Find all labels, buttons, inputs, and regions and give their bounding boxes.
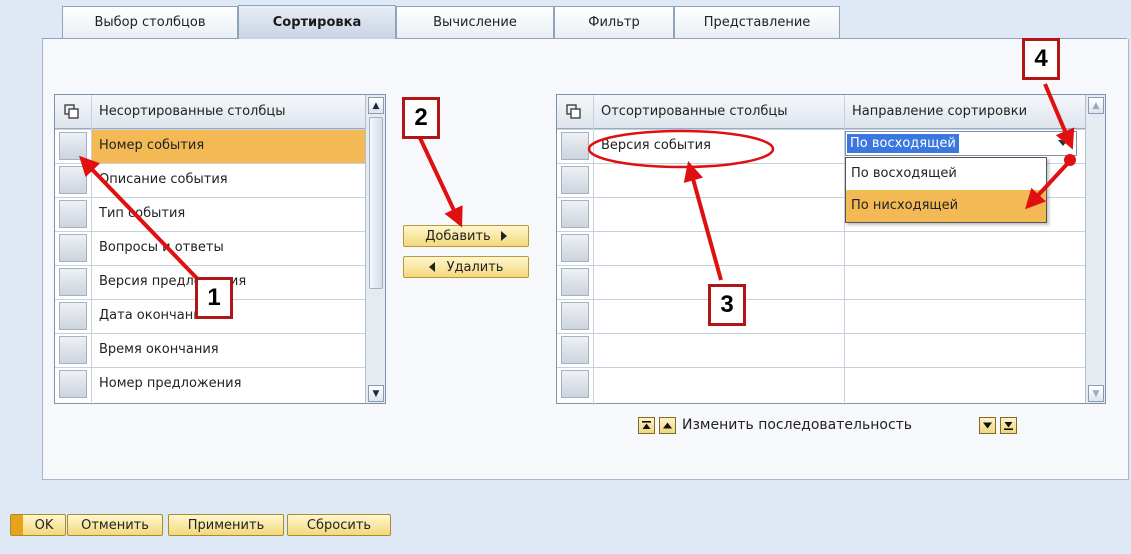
ok-button-label: OK [34,517,54,533]
row-label: Вопросы и ответы [99,240,224,255]
row-selector[interactable] [59,132,87,160]
callout-number: 2 [414,104,428,131]
add-button[interactable]: Добавить [403,225,529,247]
column-header-direction: Направление сортировки [852,104,1028,119]
tab-label: Представление [703,15,811,30]
row-label: Номер события [99,138,205,153]
row-label: Версия события [601,138,711,153]
row-selector[interactable] [59,166,87,194]
remove-button-label: Удалить [446,259,504,275]
vertical-scrollbar[interactable]: ▲ ▼ [1085,95,1105,403]
row-selector[interactable] [561,200,589,228]
tab-sorting[interactable]: Сортировка [238,5,396,39]
reset-button[interactable]: Сбросить [287,514,391,536]
option-label: По нисходящей [851,198,959,213]
row-selector[interactable] [59,302,87,330]
arrow-right-icon [500,231,507,241]
row-selector[interactable] [561,166,589,194]
table-row[interactable]: Описание события [55,163,365,197]
tab-label: Выбор столбцов [94,15,206,30]
column-header-unsorted: Несортированные столбцы [99,104,286,119]
column-header-sorted: Отсортированные столбцы [601,104,788,119]
tab-view[interactable]: Представление [674,6,840,38]
arrow-left-icon [428,262,435,272]
row-selector[interactable] [59,200,87,228]
table-row [557,231,1085,265]
remove-button[interactable]: Удалить [403,256,529,278]
callout-number: 1 [207,284,221,311]
apply-button[interactable]: Применить [168,514,284,536]
scroll-down-icon[interactable]: ▼ [368,385,384,402]
row-label: Время окончания [99,342,219,357]
move-up-icon[interactable] [659,417,676,434]
cancel-button[interactable]: Отменить [67,514,163,536]
row-selector[interactable] [561,302,589,330]
row-selector[interactable] [561,370,589,398]
row-selector[interactable] [561,336,589,364]
cancel-button-label: Отменить [81,517,149,533]
tab-label: Фильтр [588,15,640,30]
dropdown-option[interactable]: По восходящей [846,158,1046,190]
annotation-callout-4: 4 [1022,38,1060,80]
select-value: По восходящей [847,134,959,153]
table-row [557,265,1085,299]
option-label: По восходящей [851,166,957,181]
scroll-up-icon[interactable]: ▲ [368,97,384,114]
move-down-icon[interactable] [979,417,996,434]
add-button-label: Добавить [425,228,491,244]
direction-header-cell: Направление сортировки [844,95,1085,128]
tab-column-selection[interactable]: Выбор столбцов [62,6,238,38]
annotation-callout-1: 1 [195,277,233,319]
annotation-callout-3: 3 [708,284,746,326]
move-top-icon[interactable] [638,417,655,434]
row-selector[interactable] [561,132,589,160]
move-bottom-icon[interactable] [1000,417,1017,434]
table-row[interactable]: Время окончания [55,333,365,367]
table-row[interactable]: Тип события [55,197,365,231]
row-label: Дата окончания [99,308,210,323]
annotation-callout-2: 2 [402,97,440,139]
row-label: Тип события [99,206,186,221]
callout-number: 4 [1034,45,1048,72]
row-selector[interactable] [59,234,87,262]
tab-label: Вычисление [433,15,517,30]
ok-button-accent [11,515,23,535]
row-label: Описание события [99,172,228,187]
dropdown-list: По восходящей По нисходящей [845,157,1047,223]
tab-filter[interactable]: Фильтр [554,6,674,38]
table-row [557,333,1085,367]
row-selector[interactable] [561,234,589,262]
table-row[interactable]: Номер события [55,129,365,163]
change-sequence-label: Изменить последовательность [682,417,913,433]
row-selector[interactable] [59,336,87,364]
column-chooser-icon[interactable] [64,104,80,120]
apply-button-label: Применить [187,517,265,533]
unsorted-columns-table: Несортированные столбцы Номер события Оп… [54,94,386,405]
scrollbar-thumb[interactable] [369,117,383,289]
dropdown-option[interactable]: По нисходящей [846,190,1046,222]
table-row [557,367,1085,401]
table-header: Отсортированные столбцы Направление сорт… [557,95,1085,129]
table-header: Несортированные столбцы [55,95,365,129]
row-selector[interactable] [59,268,87,296]
reset-button-label: Сбросить [306,517,372,533]
ok-button[interactable]: OK [10,514,66,536]
sort-direction-select[interactable]: По восходящей [845,131,1077,156]
row-selector[interactable] [59,370,87,398]
scroll-up-icon[interactable]: ▲ [1088,97,1104,114]
table-row[interactable]: Вопросы и ответы [55,231,365,265]
vertical-scrollbar[interactable]: ▲ ▼ [365,95,385,403]
chevron-down-icon[interactable] [1058,140,1068,146]
callout-number: 3 [720,291,734,318]
tab-calculation[interactable]: Вычисление [396,6,554,38]
row-label: Номер предложения [99,376,242,391]
table-row[interactable]: Номер предложения [55,367,365,401]
tab-label: Сортировка [272,15,362,30]
row-selector[interactable] [561,268,589,296]
scroll-down-icon[interactable]: ▼ [1088,385,1104,402]
table-row [557,299,1085,333]
column-chooser-icon[interactable] [566,104,582,120]
